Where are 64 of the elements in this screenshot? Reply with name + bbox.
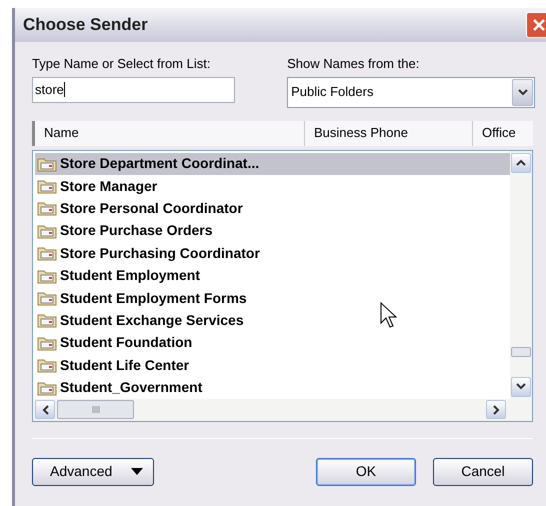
folder-icon xyxy=(37,156,57,172)
folder-icon xyxy=(37,334,57,351)
folder-name: Student_Government xyxy=(60,378,202,398)
folder-name: Store Purchasing Coordinator xyxy=(60,244,260,263)
scroll-thumb[interactable] xyxy=(57,400,134,420)
chevron-down-icon xyxy=(518,88,528,96)
column-heading[interactable]: Business Phone xyxy=(305,120,473,146)
folder-row[interactable]: Store Department Coordinat... xyxy=(35,152,510,175)
folder-icon xyxy=(37,245,57,262)
folder-row[interactable]: Student Exchange Services xyxy=(35,309,510,332)
folder-icon xyxy=(37,178,57,194)
caret-down-icon xyxy=(131,468,143,475)
folder-name: Student Exchange Services xyxy=(60,310,244,330)
column-heading[interactable]: Name xyxy=(35,120,305,146)
folder-row[interactable]: Student Life Center xyxy=(35,354,510,376)
horizontal-scrollbar[interactable] xyxy=(33,398,532,420)
folder-name: Store Department Coordinat... xyxy=(60,154,260,174)
grip-icon xyxy=(92,406,100,414)
close-button[interactable] xyxy=(526,12,546,38)
window-title: Choose Sender xyxy=(23,14,148,36)
vertical-scrollbar[interactable] xyxy=(510,150,532,399)
scroll-thumb[interactable] xyxy=(511,346,531,357)
scroll-right-button[interactable] xyxy=(486,400,506,420)
folder-name: Store Purchase Orders xyxy=(60,221,213,240)
folder-row[interactable]: Store Manager xyxy=(35,174,510,198)
column-heading[interactable]: Office xyxy=(473,120,533,146)
folder-name: Student Life Center xyxy=(60,356,190,375)
dropdown-button[interactable] xyxy=(512,78,533,106)
folder-icon xyxy=(37,312,57,328)
scroll-up-button[interactable] xyxy=(511,152,531,172)
folder-row[interactable]: Student_Government xyxy=(35,376,510,399)
advanced-button[interactable]: Advanced xyxy=(32,458,154,486)
chevron-right-icon xyxy=(492,404,500,415)
field-label: Type Name or Select from List: xyxy=(32,55,212,73)
address-book-dropdown[interactable]: Public Folders xyxy=(287,76,535,108)
scroll-left-button[interactable] xyxy=(35,400,55,420)
name-input[interactable]: store xyxy=(32,76,236,102)
cancel-button[interactable]: Cancel xyxy=(433,458,533,486)
folder-row[interactable]: Student Foundation xyxy=(35,332,510,354)
input-text: store xyxy=(35,80,64,99)
folder-icon xyxy=(37,222,57,239)
folder-row[interactable]: Store Purchase Orders xyxy=(35,220,510,242)
folder-icon xyxy=(37,380,57,396)
close-icon xyxy=(532,18,546,32)
folder-name: Student Employment Forms xyxy=(60,288,247,308)
folder-icon xyxy=(37,357,57,374)
chevron-left-icon xyxy=(42,404,48,415)
folder-row[interactable]: Student Employment xyxy=(35,264,510,287)
folder-row[interactable]: Store Personal Coordinator xyxy=(35,197,510,220)
folder-icon xyxy=(37,290,57,306)
ok-button[interactable]: OK xyxy=(316,458,416,486)
chevron-down-icon xyxy=(516,383,526,390)
folder-name: Store Manager xyxy=(60,176,158,196)
mouse-pointer-icon xyxy=(380,302,398,330)
chevron-up-icon xyxy=(516,159,526,166)
folder-row[interactable]: Student Employment Forms xyxy=(35,286,510,310)
folder-name: Student Foundation xyxy=(60,333,192,352)
folder-icon xyxy=(37,200,57,216)
field-label: Show Names from the: xyxy=(287,55,420,73)
scroll-down-button[interactable] xyxy=(511,376,531,397)
folder-row[interactable]: Store Purchasing Coordinator xyxy=(35,242,510,264)
folder-name: Student Employment xyxy=(60,266,200,286)
folder-name: Store Personal Coordinator xyxy=(60,198,243,218)
folder-icon xyxy=(37,268,57,284)
